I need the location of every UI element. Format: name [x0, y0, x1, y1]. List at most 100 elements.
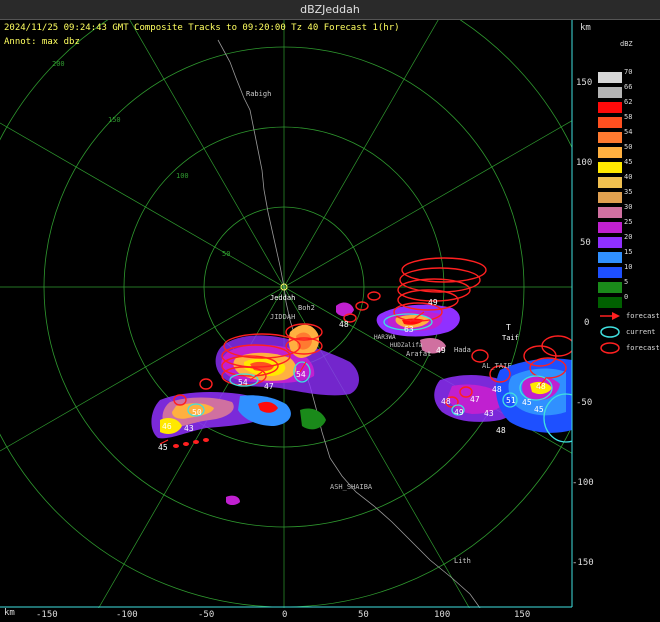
legend-swatch [598, 117, 622, 128]
legend-value: 25 [624, 218, 633, 226]
place-label: Taif [502, 334, 519, 342]
cell-dbz-label[interactable]: 43 [184, 424, 194, 433]
legend-key-label: forecast [626, 312, 660, 320]
cell-dbz-label[interactable]: 54 [238, 378, 248, 387]
cell-dbz-label[interactable]: 49 [454, 408, 464, 417]
legend-value: 45 [624, 158, 633, 166]
legend-value: 54 [624, 128, 633, 136]
place-label: Hada [454, 346, 471, 354]
cell-dbz-label[interactable]: 45 [534, 405, 544, 414]
legend-swatch [598, 87, 622, 98]
cell-dbz-label[interactable]: 50 [192, 408, 202, 417]
x-tick: 50 [358, 610, 369, 620]
place-label: Boh2 [298, 304, 315, 312]
x-tick: 100 [434, 610, 451, 620]
cell-dbz-label[interactable]: 45 [522, 398, 532, 407]
legend-swatch [598, 297, 622, 308]
x-tick: 0 [282, 610, 288, 620]
km-unit-top: km [580, 23, 591, 33]
place-label: Rabigh [246, 90, 272, 98]
legend-swatch [598, 267, 622, 278]
header-timestamp: 2024/11/25 09:24:43 GMT Composite Tracks… [4, 23, 400, 33]
window-title: dBZJeddah [0, 0, 660, 20]
y-tick: -150 [572, 558, 594, 568]
legend-value: 0 [624, 293, 629, 301]
y-tick: 50 [580, 238, 591, 248]
legend-swatch [598, 207, 622, 218]
x-tick: -100 [116, 610, 138, 620]
range-label: 50 [222, 250, 231, 258]
place-label: AL_TAIF [482, 362, 512, 370]
cell-dbz-label[interactable]: 48 [496, 426, 506, 435]
x-tick: 150 [514, 610, 531, 620]
header-annotation: Annot: max dbz [4, 37, 80, 47]
legend-value: 66 [624, 83, 633, 91]
cell-dbz-label[interactable]: 48 [492, 385, 502, 394]
cell-dbz-label[interactable]: 43 [484, 409, 494, 418]
legend-swatch [598, 252, 622, 263]
legend-key-label: forecast [626, 344, 660, 352]
y-tick: -100 [572, 478, 594, 488]
legend-swatch [598, 147, 622, 158]
cell-dbz-label[interactable]: 47 [264, 382, 274, 391]
legend-value: 62 [624, 98, 633, 106]
legend-key-label: current [626, 328, 656, 336]
place-label: HUDZalifa [390, 342, 423, 349]
cell-dbz-label[interactable]: 49 [428, 298, 438, 307]
track-markers [173, 438, 209, 448]
range-rings [0, 20, 572, 608]
legend-swatch [598, 72, 622, 83]
y-tick: 100 [576, 158, 593, 168]
y-tick: 150 [576, 78, 593, 88]
legend-value: 50 [624, 143, 633, 151]
legend-swatch [598, 222, 622, 233]
y-tick: 0 [584, 318, 590, 328]
legend-swatch [598, 132, 622, 143]
cell-dbz-label[interactable]: 48 [441, 397, 451, 406]
legend-value: 10 [624, 263, 633, 271]
range-label: 100 [176, 172, 189, 180]
legend-value: 35 [624, 188, 633, 196]
forecast-arrow-icon [600, 312, 620, 320]
range-label: 200 [52, 60, 65, 68]
cell-dbz-label[interactable]: 46 [162, 422, 172, 431]
cell-dbz-label[interactable]: 45 [158, 443, 168, 452]
place-label: T [506, 323, 511, 332]
legend-swatch [598, 177, 622, 188]
place-label: Jeddah [270, 294, 296, 302]
place-label: ASH_SHAIBA [330, 483, 373, 491]
cell-dbz-label[interactable]: 48 [339, 320, 349, 329]
legend-value: 70 [624, 68, 633, 76]
legend-value: 5 [624, 278, 629, 286]
legend-swatch [598, 282, 622, 293]
x-tick: -150 [36, 610, 58, 620]
range-label: 150 [108, 116, 121, 124]
place-label: Arafat [406, 350, 432, 358]
current-ellipse-icon [600, 326, 620, 338]
cell-dbz-label[interactable]: 51 [506, 396, 516, 405]
place-label: Lith [454, 557, 471, 565]
azimuth-spokes [0, 20, 572, 608]
forecast-ellipse-icon [600, 342, 620, 354]
cell-dbz-label[interactable]: 54 [296, 370, 306, 379]
x-tick: -50 [198, 610, 215, 620]
legend-swatch [598, 162, 622, 173]
cell-dbz-label[interactable]: 48 [536, 382, 546, 391]
legend-swatch [598, 192, 622, 203]
cell-dbz-label[interactable]: 49 [436, 346, 446, 355]
place-label: HAR3WA [374, 334, 396, 341]
legend-value: 58 [624, 113, 633, 121]
legend-title: dBZ [620, 40, 633, 48]
legend-value: 30 [624, 203, 633, 211]
place-label: JIDDAH [270, 313, 296, 321]
legend-value: 40 [624, 173, 633, 181]
cell-dbz-label[interactable]: 47 [470, 395, 480, 404]
legend-value: 15 [624, 248, 633, 256]
legend-value: 20 [624, 233, 633, 241]
legend-swatch [598, 237, 622, 248]
cell-dbz-label[interactable]: 63 [404, 325, 414, 334]
legend-swatch [598, 102, 622, 113]
y-tick: -50 [576, 398, 593, 408]
radar-plot[interactable]: 2024/11/25 09:24:43 GMT Composite Tracks… [0, 20, 660, 622]
km-unit-bottom: km [4, 608, 15, 618]
